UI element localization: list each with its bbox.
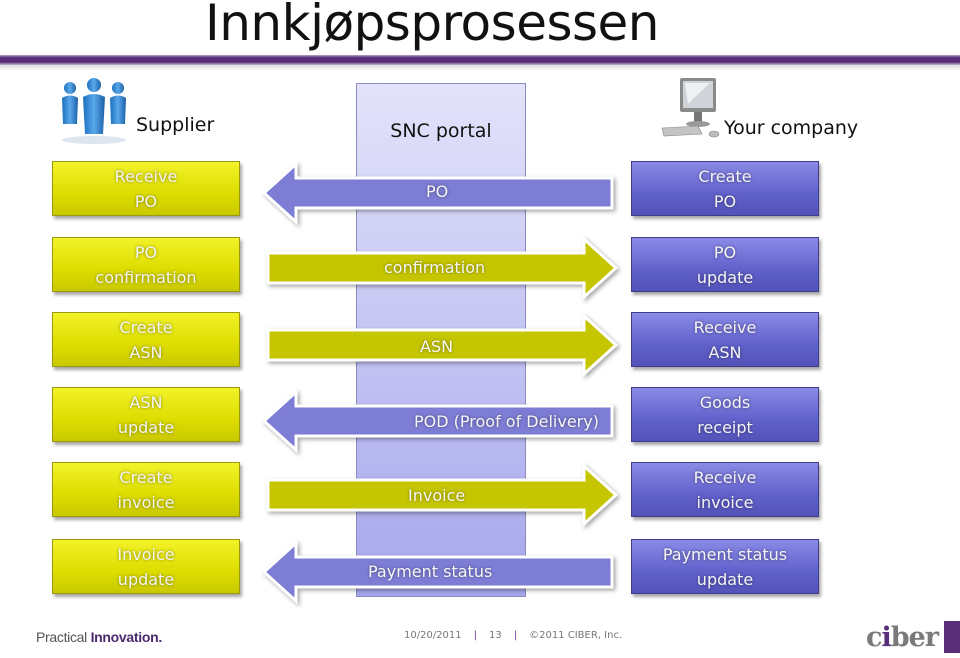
footer-separator: |: [513, 630, 518, 641]
flow-label: POD (Proof of Delivery): [414, 412, 599, 431]
flow-label: PO: [426, 182, 449, 201]
flow-arrow-payment-status: Payment status: [261, 539, 618, 605]
footer-separator: |: [473, 630, 478, 641]
flow-arrow-confirmation: confirmation: [262, 235, 619, 301]
flow-arrow-invoice: Invoice: [262, 462, 619, 528]
supplier-step-po-confirmation: PO confirmation: [52, 237, 240, 292]
title-divider-shadow: [0, 65, 960, 71]
tagline-plain: Practical: [36, 629, 91, 645]
logo-text-post: ber: [890, 622, 939, 653]
ciber-logo: ciber: [866, 622, 939, 653]
people-icon: [62, 78, 126, 144]
tagline-bold: Innovation.: [90, 629, 163, 645]
company-step-create-po: Create PO: [631, 161, 819, 216]
flow-arrow-asn: ASN: [262, 312, 619, 378]
company-step-receive-invoice: Receive invoice: [631, 462, 819, 517]
supplier-step-create-asn: Create ASN: [52, 312, 240, 367]
company-step-receive-asn: Receive ASN: [631, 312, 819, 367]
company-step-goods-receipt: Goods receipt: [631, 387, 819, 442]
company-step-payment-status-update: Payment status update: [631, 539, 819, 594]
portal-label: SNC portal: [390, 120, 492, 142]
flow-label: Payment status: [368, 562, 493, 581]
computer-icon: [661, 78, 720, 138]
flow-label: Invoice: [408, 486, 466, 505]
slide-title: Innkjøpsprosessen: [205, 0, 660, 52]
flow-arrow-po: PO: [261, 160, 618, 226]
logo-text-pre: c: [866, 622, 882, 653]
company-label: Your company: [724, 117, 859, 139]
supplier-step-asn-update: ASN update: [52, 387, 240, 442]
flow-label: confirmation: [384, 258, 486, 277]
footer-copyright: ©2011 CIBER, Inc.: [529, 630, 623, 641]
logo-text-i: i: [881, 622, 891, 653]
title-divider: [0, 55, 960, 65]
supplier-step-invoice-update: Invoice update: [52, 539, 240, 594]
supplier-label: Supplier: [136, 114, 215, 136]
footer-info: 10/20/2011 | 13 | ©2011 CIBER, Inc.: [404, 630, 622, 641]
flow-label: ASN: [420, 337, 454, 356]
footer-date: 10/20/2011: [404, 630, 462, 641]
footer-page-number: 13: [489, 630, 502, 641]
supplier-step-create-invoice: Create invoice: [52, 462, 240, 517]
logo-block: [944, 621, 960, 653]
flow-arrow-pod: POD (Proof of Delivery): [261, 388, 618, 454]
supplier-step-receive-po: Receive PO: [52, 161, 240, 216]
company-step-po-update: PO update: [631, 237, 819, 292]
footer-tagline: Practical Innovation.: [36, 629, 162, 645]
